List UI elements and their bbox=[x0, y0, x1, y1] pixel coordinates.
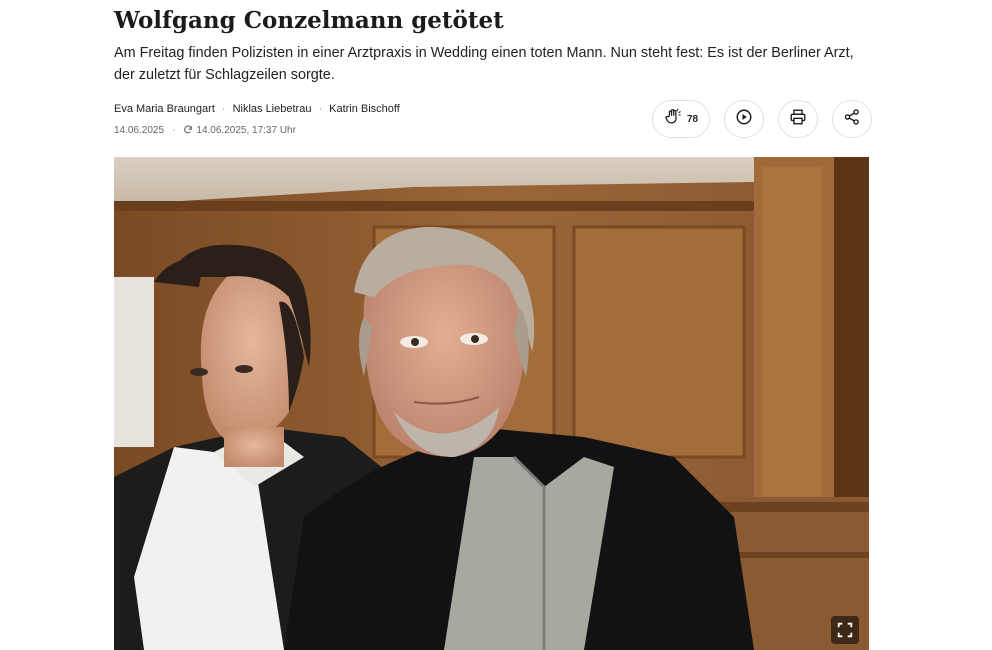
applause-button[interactable]: 78 bbox=[652, 100, 710, 138]
applause-hand-icon bbox=[664, 108, 682, 131]
article-headline: Wolfgang Conzelmann getötet bbox=[114, 7, 504, 34]
share-icon bbox=[843, 108, 861, 131]
article-photo[interactable] bbox=[114, 157, 869, 650]
play-audio-button[interactable] bbox=[724, 100, 764, 138]
fullscreen-button[interactable] bbox=[831, 616, 859, 644]
share-button[interactable] bbox=[832, 100, 872, 138]
clipped-text-fragments bbox=[114, 0, 754, 3]
article-dates: 14.06.2025 · 14.06.2025, 17:37 Uhr bbox=[114, 124, 296, 139]
published-date: 14.06.2025 bbox=[114, 125, 165, 136]
print-icon bbox=[789, 108, 807, 131]
refresh-icon bbox=[183, 125, 193, 139]
article-lead: Am Freitag finden Polizisten in einer Ar… bbox=[114, 45, 854, 83]
author-separator: · bbox=[318, 103, 323, 115]
author-link[interactable]: Eva Maria Braungart bbox=[114, 103, 215, 115]
photo-illustration bbox=[114, 157, 869, 650]
print-button[interactable] bbox=[778, 100, 818, 138]
article-actions: 78 bbox=[652, 100, 872, 140]
author-list: Eva Maria Braungart · Niklas Liebetrau · Kat… bbox=[114, 102, 400, 116]
author-separator: · bbox=[221, 103, 226, 115]
author-link[interactable]: Katrin Bischoff bbox=[329, 103, 400, 115]
play-icon bbox=[735, 108, 753, 131]
applause-count: 78 bbox=[686, 113, 699, 125]
updated-date: 14.06.2025, 17:37 Uhr bbox=[196, 125, 296, 136]
date-separator: · bbox=[172, 125, 176, 136]
author-link[interactable]: Niklas Liebetrau bbox=[233, 103, 312, 115]
fullscreen-icon bbox=[836, 621, 854, 639]
